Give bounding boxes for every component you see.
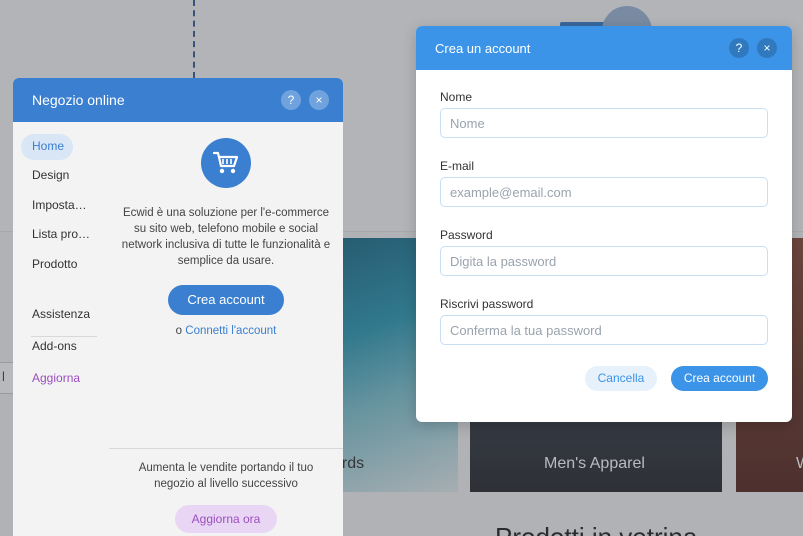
cancel-button[interactable]: Cancella (585, 366, 657, 391)
sidebar-item-settings[interactable]: Imposta… (21, 193, 87, 219)
close-icon[interactable]: × (757, 38, 777, 58)
ecwid-panel-header: Negozio online ? × (13, 78, 343, 122)
ecwid-logo (201, 138, 251, 188)
create-account-modal: Crea un account ? × Nome E-mail Password… (416, 26, 792, 422)
sidebar-item-upgrade[interactable]: Aggiorna (21, 366, 80, 392)
close-icon[interactable]: × (309, 90, 329, 110)
shopping-cart-icon (212, 151, 239, 174)
ecwid-panel: Negozio online ? × Home Design Imposta… … (13, 78, 343, 536)
modal-header: Crea un account ? × (416, 26, 792, 70)
sidebar-item-product[interactable]: Prodotto (21, 252, 77, 278)
connect-account-line: o Connetti l'account (109, 325, 343, 337)
connect-prefix: o (175, 325, 183, 337)
ecwid-panel-title: Negozio online (32, 92, 125, 108)
password-label: Password (440, 228, 493, 242)
connect-account-link[interactable]: Connetti l'account (185, 325, 276, 337)
sidebar-item-home[interactable]: Home (21, 134, 73, 160)
name-field[interactable] (440, 108, 768, 138)
confirm-password-field[interactable] (440, 315, 768, 345)
sidebar-item-product-list[interactable]: Lista pro… (21, 222, 90, 248)
sidebar-item-addons[interactable]: Add-ons (21, 334, 77, 360)
password-field[interactable] (440, 246, 768, 276)
help-icon[interactable]: ? (729, 38, 749, 58)
confirm-password-label: Riscrivi password (440, 297, 534, 311)
email-field[interactable] (440, 177, 768, 207)
upgrade-now-button[interactable]: Aggiorna ora (175, 505, 277, 533)
name-label: Nome (440, 90, 473, 104)
upsell-text: Aumenta le vendite portando il tuo negoz… (138, 462, 314, 490)
help-icon[interactable]: ? (281, 90, 301, 110)
create-account-button[interactable]: Crea account (168, 285, 284, 315)
email-label: E-mail (440, 159, 475, 173)
sidebar-item-design[interactable]: Design (21, 163, 69, 189)
sidebar-item-support[interactable]: Assistenza (21, 302, 90, 328)
ecwid-sidebar-nav: Home Design Imposta… Lista pro… Prodotto… (13, 122, 109, 536)
content-divider (109, 448, 343, 449)
submit-create-account-button[interactable]: Crea account (671, 366, 768, 391)
ecwid-panel-content: Ecwid è una soluzione per l'e-commerce s… (109, 122, 343, 536)
modal-title: Crea un account (435, 41, 531, 56)
ecwid-description: Ecwid è una soluzione per l'e-commerce s… (121, 207, 331, 267)
